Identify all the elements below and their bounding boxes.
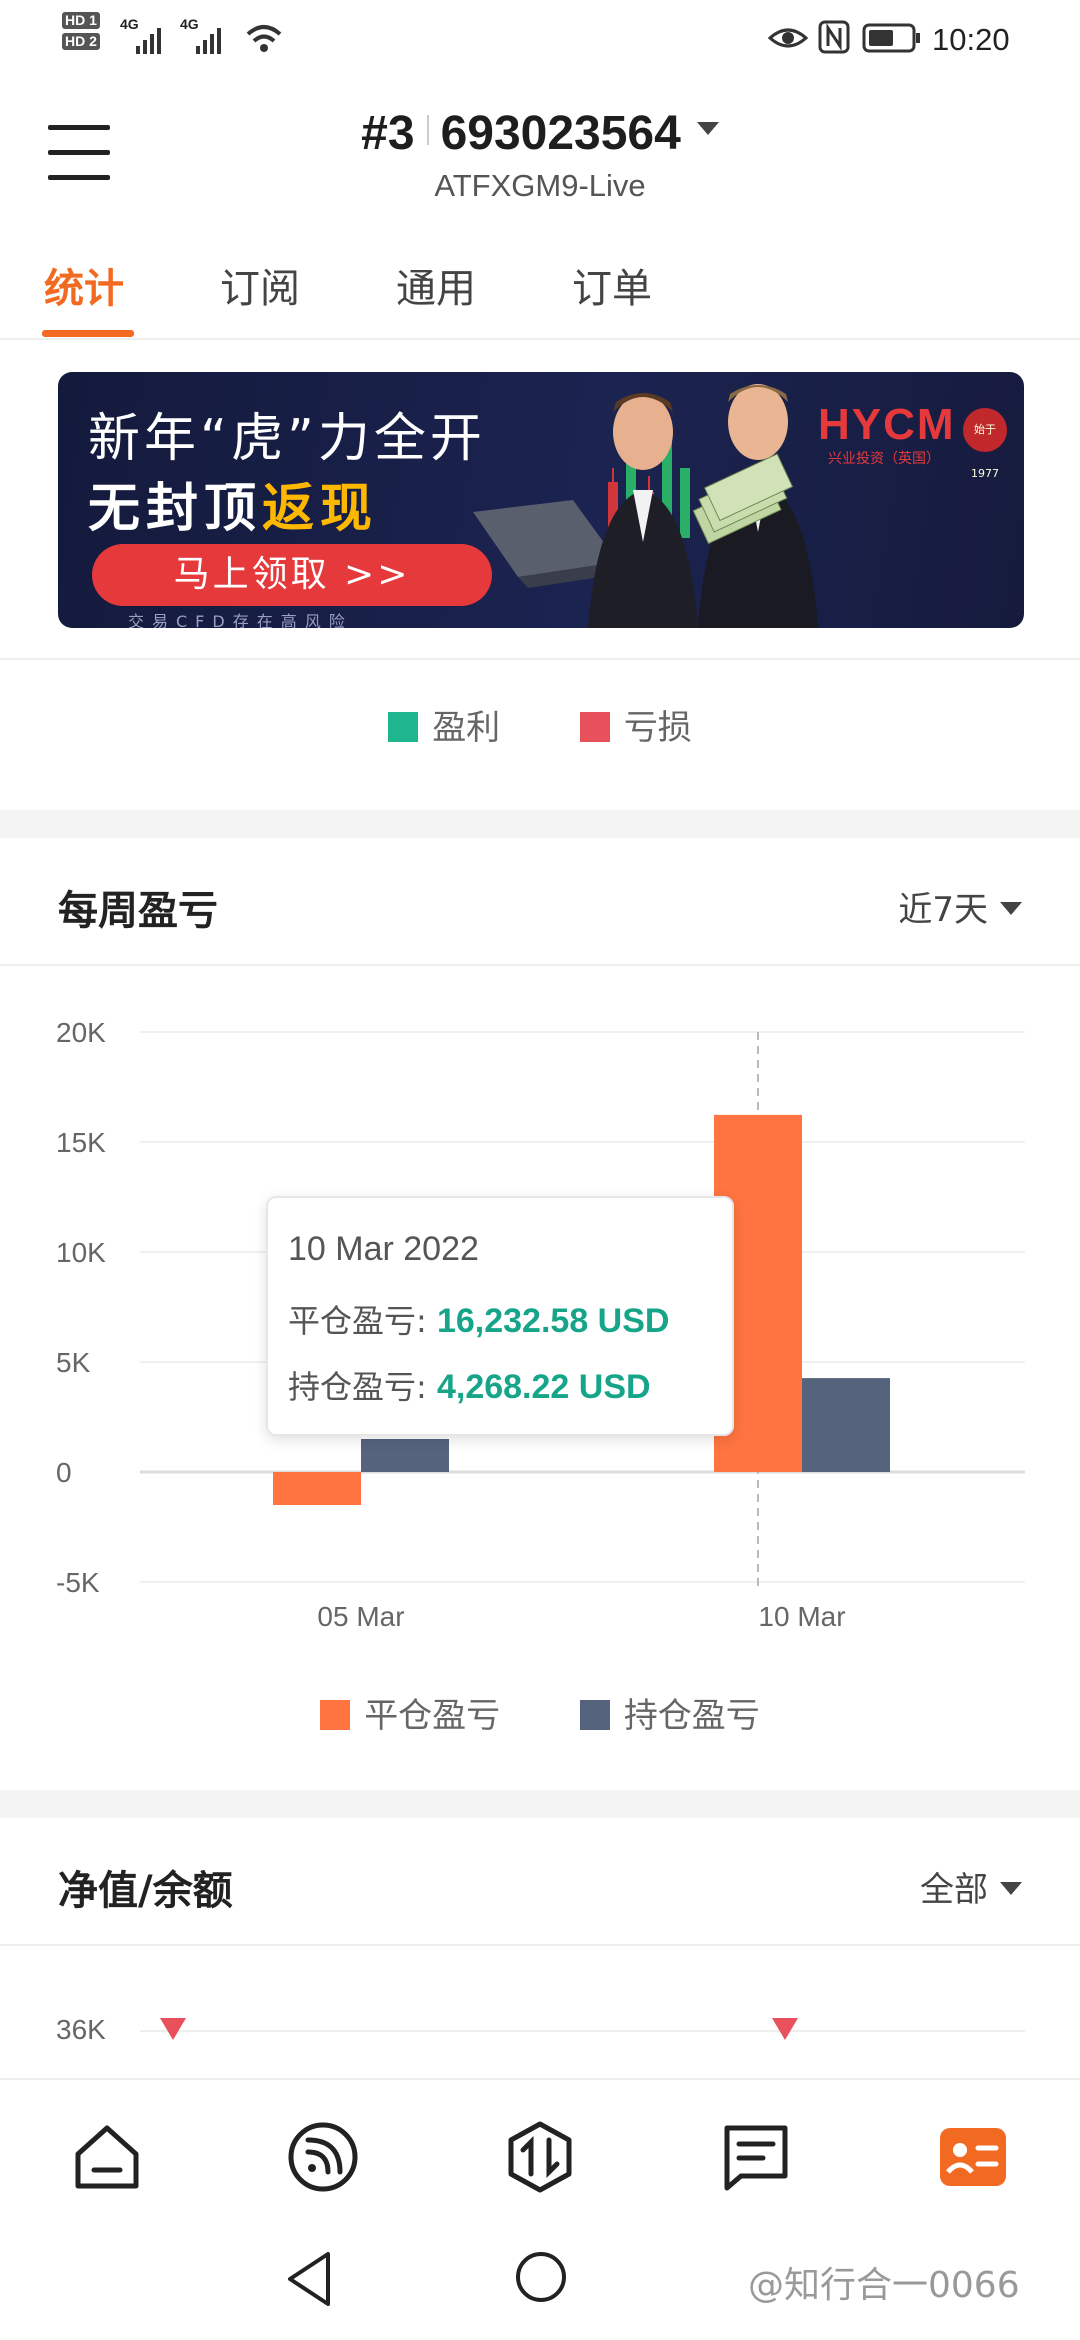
bar-chart-legend: 平仓盈亏 持仓盈亏 bbox=[0, 1688, 1080, 1737]
equity-marker bbox=[160, 2018, 186, 2040]
tooltip-date: 10 Mar 2022 bbox=[288, 1230, 479, 1268]
signal-feed-icon[interactable] bbox=[286, 2120, 360, 2194]
equity-marker bbox=[772, 2018, 798, 2040]
status-bar: HD 1 HD 2 4G 4G 10:20 bbox=[0, 0, 1080, 80]
chevron-down-icon bbox=[696, 122, 719, 135]
home-icon[interactable] bbox=[70, 2120, 144, 2194]
tooltip-open-row: 持仓盈亏: 4,268.22 USD bbox=[288, 1362, 651, 1408]
profit-loss-legend: 盈利 亏损 bbox=[0, 700, 1080, 760]
closed-pl-swatch bbox=[320, 1700, 351, 1730]
banner-subheadline: 无封顶返现 bbox=[88, 466, 378, 541]
tooltip-open-value: 4,268.22 USD bbox=[436, 1368, 651, 1406]
active-tab-indicator bbox=[42, 330, 134, 337]
divider bbox=[0, 1944, 1080, 1946]
tab-bar: 统计 订阅 通用 订单 bbox=[0, 240, 1080, 340]
equity-gridline bbox=[140, 2030, 1025, 2032]
watermark-text: @知行合一0066 bbox=[748, 2265, 1020, 2306]
tab-statistics[interactable]: 统计 bbox=[44, 256, 124, 314]
tab-general[interactable]: 通用 bbox=[396, 256, 476, 314]
bar-open-pl[interactable] bbox=[361, 1439, 449, 1472]
account-icon[interactable] bbox=[936, 2120, 1010, 2194]
tooltip-closed-value: 16,232.58 USD bbox=[436, 1302, 670, 1340]
section-gap bbox=[0, 1790, 1080, 1818]
back-icon[interactable] bbox=[284, 2250, 334, 2308]
profit-swatch bbox=[388, 712, 419, 742]
weekly-period-label: 近7天 bbox=[898, 890, 988, 930]
account-selector[interactable]: #3 693023564 bbox=[0, 106, 1080, 161]
y-tick-label: 0 bbox=[56, 1457, 72, 1488]
weekly-pl-title: 每周盈亏 bbox=[58, 888, 218, 934]
home-button-icon[interactable] bbox=[514, 2250, 568, 2304]
weekly-period-dropdown[interactable]: 近7天 bbox=[898, 882, 1022, 931]
nfc-icon bbox=[818, 20, 850, 54]
chevron-down-icon bbox=[1000, 1882, 1022, 1895]
chart-y-axis: 20K 15K 10K 5K 0 -5K bbox=[56, 1017, 106, 1598]
closed-pl-legend-label[interactable]: 平仓盈亏 bbox=[364, 1696, 500, 1736]
equity-balance-title: 净值/余额 bbox=[58, 1868, 233, 1914]
loss-swatch bbox=[579, 712, 610, 742]
open-pl-legend-label[interactable]: 持仓盈亏 bbox=[624, 1696, 760, 1736]
tab-orders[interactable]: 订单 bbox=[572, 256, 652, 314]
wifi-icon bbox=[246, 25, 282, 52]
app-header: #3 693023564 ATFXGM9-Live bbox=[0, 80, 1080, 220]
account-prefix: #3 bbox=[361, 107, 415, 160]
y-tick-label: 5K bbox=[56, 1347, 91, 1378]
chevron-down-icon bbox=[1000, 902, 1022, 915]
equity-period-label: 全部 bbox=[920, 1870, 988, 1910]
tab-subscribe[interactable]: 订阅 bbox=[220, 256, 300, 314]
risk-warning: 交易CFD存在高风险 bbox=[128, 612, 353, 628]
y-tick-label: 20K bbox=[56, 1017, 106, 1048]
sim-indicator: HD 1 HD 2 bbox=[62, 12, 100, 50]
account-number: 693023564 bbox=[440, 107, 681, 160]
signal-icon bbox=[196, 28, 221, 54]
chart-tooltip: 10 Mar 2022 平仓盈亏: 16,232.58 USD 持仓盈亏: 4,… bbox=[266, 1196, 734, 1436]
banner-subheadline-a: 无封顶 bbox=[88, 479, 263, 539]
open-pl-swatch bbox=[579, 1700, 610, 1730]
divider bbox=[0, 658, 1080, 660]
x-tick-label: 05 Mar bbox=[317, 1601, 404, 1632]
news-icon[interactable] bbox=[719, 2120, 793, 2194]
loss-legend-label: 亏损 bbox=[623, 708, 692, 748]
x-tick-label: 10 Mar bbox=[758, 1601, 845, 1632]
bar-closed-pl[interactable] bbox=[273, 1472, 361, 1505]
tooltip-open-label: 持仓盈亏: bbox=[288, 1368, 427, 1406]
tooltip-closed-row: 平仓盈亏: 16,232.58 USD bbox=[288, 1296, 669, 1342]
trade-icon[interactable] bbox=[503, 2120, 577, 2194]
banner-subheadline-b: 返现 bbox=[262, 479, 379, 539]
account-separator bbox=[426, 115, 429, 145]
y-tick-label: 15K bbox=[56, 1127, 106, 1158]
brand-seal: 始于1977 bbox=[963, 408, 1007, 480]
eye-icon bbox=[768, 28, 808, 48]
brand-logo: HYCM bbox=[818, 400, 956, 449]
tooltip-closed-label: 平仓盈亏: bbox=[288, 1302, 427, 1340]
y-tick-label: 10K bbox=[56, 1237, 106, 1268]
server-name: ATFXGM9-Live bbox=[434, 168, 646, 203]
equity-y-tick: 36K bbox=[56, 2014, 106, 2045]
divider bbox=[0, 964, 1080, 966]
battery-icon bbox=[862, 23, 920, 53]
y-tick-label: -5K bbox=[56, 1567, 100, 1598]
section-gap bbox=[0, 810, 1080, 838]
bottom-navigation bbox=[0, 2078, 1080, 2218]
sim2-badge: HD 2 bbox=[62, 33, 100, 50]
promo-banner[interactable]: 新年“虎”力全开 无封顶返现 马上领取 >> 交易CFD存在高风险 HYCM 兴… bbox=[58, 372, 1024, 628]
profit-legend-label: 盈利 bbox=[432, 708, 501, 748]
chart-x-axis: 05 Mar 10 Mar bbox=[317, 1601, 845, 1632]
sim1-badge: HD 1 bbox=[62, 12, 100, 29]
equity-period-dropdown[interactable]: 全部 bbox=[920, 1862, 1022, 1911]
brand-subtitle: 兴业投资（英国） bbox=[828, 451, 940, 467]
clock: 10:20 bbox=[932, 22, 1010, 57]
claim-button[interactable]: 马上领取 >> bbox=[92, 544, 492, 606]
banner-headline: 新年“虎”力全开 bbox=[88, 409, 486, 469]
signal-icon bbox=[136, 28, 161, 54]
bar-open-pl[interactable] bbox=[802, 1378, 890, 1472]
